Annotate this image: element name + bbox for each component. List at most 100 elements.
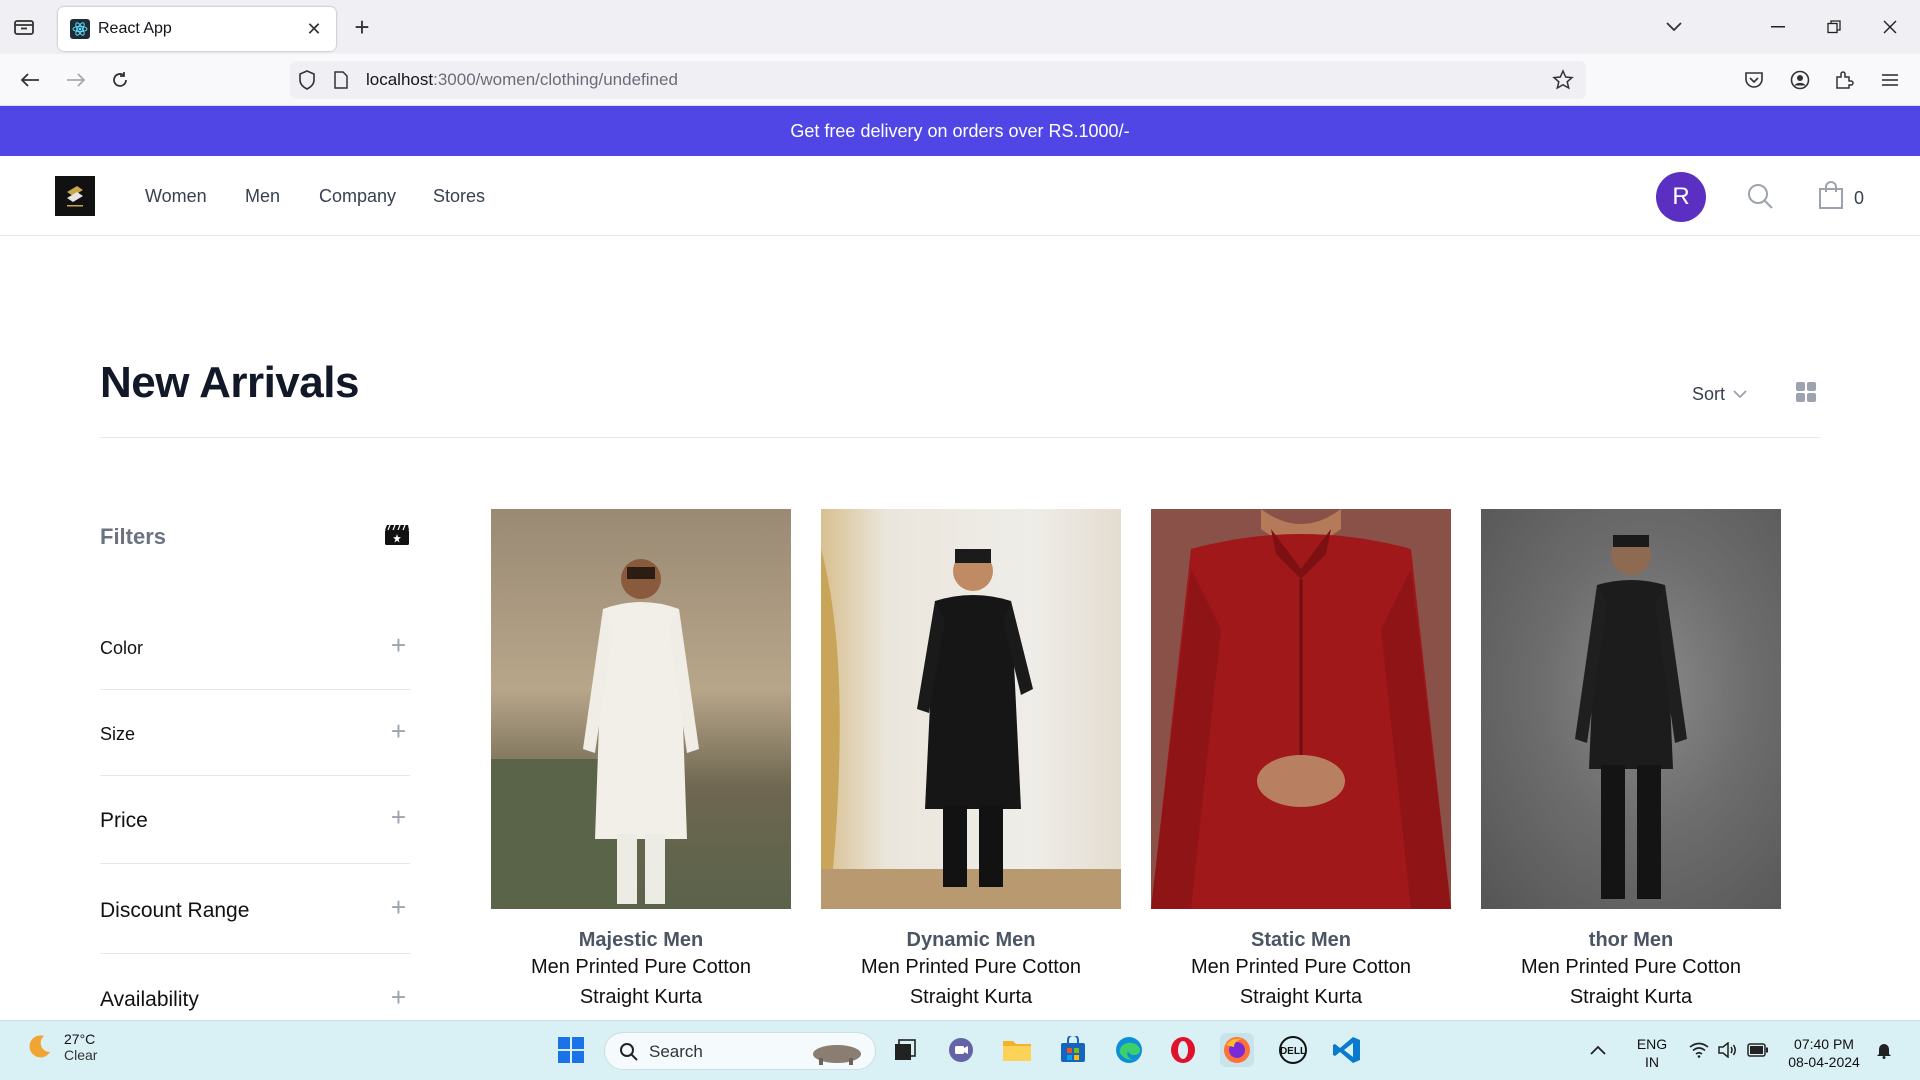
filter-availability[interactable]: Availability + — [100, 954, 410, 1020]
search-icon[interactable] — [1746, 182, 1774, 215]
product-image[interactable] — [491, 509, 791, 909]
page-title: New Arrivals — [100, 358, 359, 407]
product-photo — [1575, 535, 1687, 899]
moon-icon — [29, 1035, 50, 1058]
weather-condition: Clear — [64, 1047, 98, 1063]
product-title-line2: Straight Kurta — [579, 986, 703, 1008]
bookmark-star-icon[interactable] — [1552, 69, 1574, 96]
site-header: Women Men Company Stores R 0 — [0, 156, 1920, 236]
browser-tab[interactable]: React App ✕ — [58, 7, 336, 51]
product-title-line1: Men Printed Pure Cotton — [530, 956, 752, 978]
show-hidden-icons-chevron-up-icon[interactable] — [1584, 1033, 1612, 1067]
close-tab-icon[interactable]: ✕ — [304, 19, 324, 39]
product-brand: thor Men — [1588, 929, 1674, 951]
tab-title: React App — [98, 20, 172, 37]
app-menu-icon[interactable] — [1876, 66, 1904, 94]
opera-icon[interactable] — [1166, 1033, 1200, 1067]
back-icon[interactable] — [16, 66, 44, 94]
filter-discount-range[interactable]: Discount Range + — [100, 864, 410, 954]
search-icon — [620, 1043, 638, 1061]
page-info-icon[interactable] — [334, 71, 348, 94]
search-highlight-image — [813, 1045, 861, 1065]
product-card[interactable]: Majestic Men Men Printed Pure Cotton Str… — [491, 509, 791, 1012]
plus-icon[interactable]: + — [391, 716, 406, 747]
account-icon[interactable] — [1786, 66, 1814, 94]
tab-list-icon[interactable] — [12, 16, 36, 38]
filter-label: Price — [100, 809, 148, 832]
dell-icon[interactable]: DELL — [1276, 1033, 1310, 1067]
filter-size[interactable]: Size + — [100, 690, 410, 776]
sort-dropdown[interactable]: Sort — [1692, 384, 1747, 405]
divider — [100, 437, 1820, 438]
vscode-icon[interactable] — [1330, 1033, 1364, 1067]
product-card[interactable]: thor Men Men Printed Pure Cotton Straigh… — [1481, 509, 1781, 1012]
product-title-line2: Straight Kurta — [909, 986, 1033, 1008]
plus-icon[interactable]: + — [391, 802, 406, 833]
product-image[interactable] — [821, 509, 1121, 909]
notification-bell-icon[interactable] — [1870, 1033, 1898, 1067]
url-host: localhost — [366, 70, 434, 89]
nav-company[interactable]: Company — [319, 186, 396, 207]
taskbar-search-label: Search — [649, 1042, 703, 1061]
filters-title: Filters — [100, 524, 167, 549]
firefox-icon[interactable] — [1220, 1033, 1254, 1067]
product-photo — [1151, 509, 1451, 909]
clock[interactable]: 07:40 PM 08-04-2024 — [1782, 1035, 1866, 1071]
product-photo — [491, 559, 699, 909]
product-image[interactable] — [1151, 509, 1451, 909]
plus-icon[interactable]: + — [391, 982, 406, 1013]
nav-men[interactable]: Men — [245, 186, 280, 207]
filter-price[interactable]: Price + — [100, 776, 410, 864]
product-image[interactable] — [1481, 509, 1781, 909]
filter-label: Discount Range — [100, 899, 250, 922]
product-card[interactable]: Static Men Men Printed Pure Cotton Strai… — [1151, 509, 1451, 1012]
reload-icon[interactable] — [106, 66, 134, 94]
react-icon — [70, 19, 90, 39]
plus-icon[interactable]: + — [391, 892, 406, 923]
microsoft-store-icon[interactable] — [1056, 1033, 1090, 1067]
url-text[interactable]: localhost:3000/women/clothing/undefined — [366, 70, 678, 90]
windows-start-icon[interactable] — [554, 1033, 588, 1067]
minimize-icon[interactable] — [1764, 14, 1792, 40]
close-window-icon[interactable] — [1876, 14, 1904, 40]
file-explorer-icon[interactable] — [1000, 1033, 1034, 1067]
wifi-icon — [1689, 1042, 1709, 1058]
restore-icon[interactable] — [1820, 14, 1848, 40]
shopping-bag-icon[interactable] — [1818, 180, 1844, 215]
svg-text:DELL: DELL — [1280, 1046, 1306, 1057]
filter-clapper-icon[interactable] — [384, 524, 410, 546]
nav-stores[interactable]: Stores — [433, 186, 485, 207]
clock-time: 07:40 PM — [1794, 1036, 1854, 1052]
url-bar[interactable]: localhost:3000/women/clothing/undefined — [290, 61, 1586, 99]
battery-icon — [1747, 1043, 1769, 1057]
product-title-line2: Straight Kurta — [1569, 986, 1693, 1008]
shield-icon[interactable] — [298, 70, 316, 95]
user-avatar[interactable]: R — [1656, 172, 1706, 222]
pocket-icon[interactable] — [1740, 66, 1768, 94]
product-title-line1: Men Printed Pure Cotton — [1520, 956, 1742, 978]
language-indicator[interactable]: ENG IN — [1636, 1035, 1668, 1071]
grid-view-icon[interactable] — [1796, 382, 1816, 402]
edge-icon[interactable] — [1112, 1033, 1146, 1067]
product-title-line1: Men Printed Pure Cotton — [860, 956, 1082, 978]
extensions-icon[interactable] — [1830, 66, 1858, 94]
task-view-icon[interactable] — [888, 1033, 922, 1067]
product-photo — [821, 549, 1121, 909]
filter-color[interactable]: Color + — [100, 622, 410, 690]
taskbar-search[interactable]: Search — [604, 1032, 876, 1070]
language-code: ENG — [1636, 1036, 1668, 1052]
new-tab-icon[interactable]: + — [350, 14, 374, 40]
forward-icon[interactable] — [62, 66, 90, 94]
filter-label: Color — [100, 638, 144, 658]
nav-women[interactable]: Women — [145, 186, 207, 207]
weather-widget[interactable]: 27°C Clear — [24, 1031, 97, 1063]
product-brand: Majestic Men — [578, 929, 704, 951]
product-card[interactable]: Dynamic Men Men Printed Pure Cotton Stra… — [821, 509, 1121, 1012]
os-taskbar: 27°C Clear Search DELL ENG IN 07:40 PM 0… — [0, 1020, 1920, 1080]
brand-logo[interactable] — [55, 176, 95, 216]
tab-overflow-chevron-icon[interactable] — [1660, 14, 1688, 40]
plus-icon[interactable]: + — [391, 630, 406, 661]
system-tray-status[interactable] — [1684, 1033, 1774, 1067]
product-title-line2: Straight Kurta — [1239, 986, 1363, 1008]
teams-chat-icon[interactable] — [944, 1033, 978, 1067]
